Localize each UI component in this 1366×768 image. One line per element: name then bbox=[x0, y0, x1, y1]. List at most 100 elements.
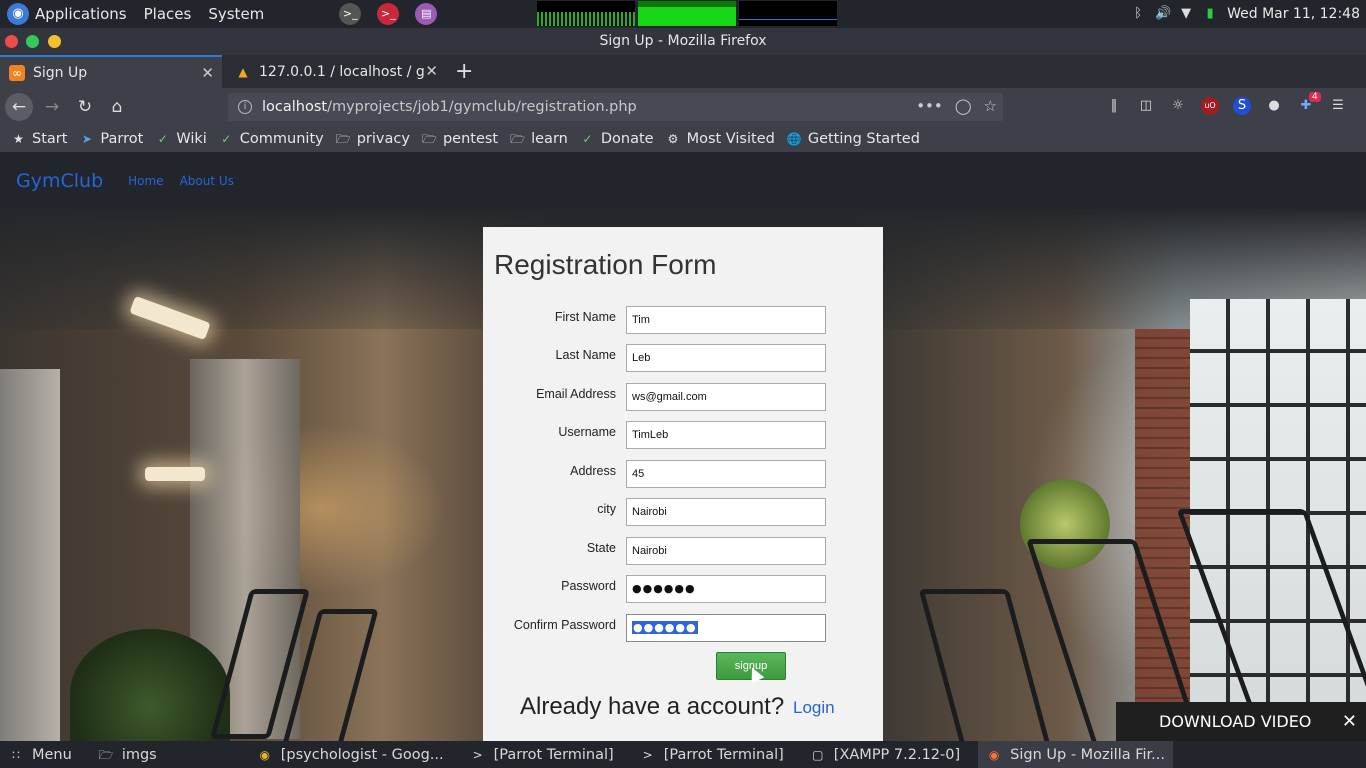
back-arrow-icon[interactable]: ← bbox=[5, 93, 33, 121]
download-video-button[interactable]: DOWNLOAD VIDEO ✕ bbox=[1116, 702, 1366, 741]
address-input[interactable] bbox=[626, 460, 826, 488]
account-icon[interactable]: ● bbox=[1265, 97, 1283, 115]
close-icon[interactable]: ✕ bbox=[1342, 702, 1357, 741]
menu-system[interactable]: System bbox=[208, 5, 264, 23]
bookmark-wiki[interactable]: ✓ Wiki bbox=[155, 131, 207, 147]
confirm-password-mask: ●●●●●● bbox=[632, 621, 698, 634]
site-brand[interactable]: GymClub bbox=[16, 170, 103, 192]
task-label: [Parrot Terminal] bbox=[663, 746, 784, 763]
password-input[interactable]: ●●●●●● bbox=[626, 575, 826, 603]
battery-icon[interactable]: ▮ bbox=[1203, 7, 1217, 21]
text-editor-launcher-icon[interactable]: ▤ bbox=[415, 3, 438, 25]
minimize-window-button[interactable] bbox=[48, 35, 61, 48]
root-terminal-launcher-icon[interactable]: >_ bbox=[377, 3, 400, 25]
terminal-launcher-icon[interactable]: >_ bbox=[339, 3, 362, 25]
pocket-icon[interactable]: ◯ bbox=[955, 97, 972, 115]
address-bar[interactable]: i localhost /myprojects/job1/gymclub/reg… bbox=[228, 93, 1003, 121]
library-icon[interactable]: ‖ bbox=[1105, 97, 1123, 115]
task-label: [XAMPP 7.2.12-0] bbox=[833, 746, 961, 763]
close-window-button[interactable] bbox=[5, 35, 18, 48]
window-title: Sign Up - Mozilla Firefox bbox=[599, 33, 767, 49]
tab-label: 127.0.0.1 / localhost / gym bbox=[259, 63, 424, 80]
bookmark-label: Wiki bbox=[176, 131, 207, 147]
last-name-row: Last Name bbox=[483, 344, 883, 374]
url-host: localhost bbox=[262, 99, 328, 115]
site-info-icon[interactable]: i bbox=[238, 100, 252, 114]
new-tab-icon[interactable]: + bbox=[455, 59, 473, 84]
menu-button[interactable]: ∷ Menu bbox=[0, 741, 80, 768]
task-firefox[interactable]: ◉ Sign Up - Mozilla Fir... bbox=[978, 741, 1174, 768]
close-tab-icon[interactable]: ✕ bbox=[201, 64, 214, 82]
task-chrome[interactable]: ◉ [psychologist - Goog... bbox=[249, 741, 452, 768]
bookmark-learn[interactable]: 🗁 learn bbox=[510, 131, 568, 147]
terminal-icon: > bbox=[472, 747, 483, 762]
username-input[interactable] bbox=[626, 421, 826, 449]
web-page: GymClub Home About Us Registration Form … bbox=[0, 152, 1366, 741]
username-label: Username bbox=[558, 425, 616, 439]
bluetooth-icon[interactable]: ᛒ bbox=[1131, 7, 1145, 21]
ublock-origin-icon[interactable]: uO bbox=[1201, 97, 1219, 115]
os-taskbar: ∷ Menu 🗁 imgs ◉ [psychologist - Goog... … bbox=[0, 741, 1366, 768]
last-name-input[interactable] bbox=[626, 344, 826, 372]
tab-phpmyadmin[interactable]: ▲ 127.0.0.1 / localhost / gym ✕ bbox=[226, 55, 446, 88]
nav-about-link[interactable]: About Us bbox=[180, 174, 234, 188]
bookmark-community[interactable]: ✓ Community bbox=[219, 131, 323, 147]
nav-home-link[interactable]: Home bbox=[128, 174, 163, 188]
extension-icon[interactable]: ☼ bbox=[1169, 97, 1187, 115]
confirm-password-input[interactable]: ●●●●●● bbox=[626, 614, 826, 642]
bookmark-privacy[interactable]: 🗁 privacy bbox=[336, 131, 410, 147]
s-extension-icon[interactable]: S bbox=[1233, 97, 1251, 115]
donate-icon: ✓ bbox=[582, 131, 593, 146]
grid-menu-icon: ∷ bbox=[12, 747, 20, 762]
gear-icon: ⚙ bbox=[667, 131, 679, 146]
close-tab-icon[interactable]: ✕ bbox=[425, 62, 438, 80]
menu-applications[interactable]: Applications bbox=[35, 5, 127, 23]
tab-sign-up[interactable]: ∞ Sign Up ✕ bbox=[0, 55, 222, 88]
sidebar-icon[interactable]: ◫ bbox=[1137, 97, 1155, 115]
system-monitor-graphs bbox=[537, 1, 837, 26]
volume-icon[interactable]: 🔊 bbox=[1155, 7, 1171, 21]
task-terminal-1[interactable]: > [Parrot Terminal] bbox=[462, 741, 622, 768]
bookmark-label: Most Visited bbox=[686, 131, 775, 147]
bookmark-label: Donate bbox=[600, 131, 654, 147]
clock[interactable]: Wed Mar 11, 12:48 bbox=[1227, 6, 1360, 22]
login-link[interactable]: Login bbox=[793, 698, 835, 718]
bookmarks-toolbar: ★ Start ➤ Parrot ✓ Wiki ✓ Community 🗁 privacy… bbox=[0, 126, 1366, 152]
page-actions-icon[interactable]: ••• bbox=[916, 97, 943, 115]
folder-icon: 🗁 bbox=[510, 131, 526, 146]
state-input[interactable] bbox=[626, 537, 826, 565]
first-name-input[interactable] bbox=[626, 306, 826, 334]
bookmark-label: Getting Started bbox=[807, 131, 920, 147]
email-input[interactable] bbox=[626, 383, 826, 411]
first-name-row: First Name bbox=[483, 306, 883, 336]
bookmark-label: pentest bbox=[442, 131, 499, 147]
tab-bar: ∞ Sign Up ✕ ▲ 127.0.0.1 / localhost / gy… bbox=[0, 55, 1366, 88]
forward-arrow-icon[interactable]: → bbox=[38, 93, 66, 121]
bookmark-pentest[interactable]: 🗁 pentest bbox=[422, 131, 498, 147]
xampp-favicon-icon: ∞ bbox=[9, 64, 25, 81]
bookmark-parrot[interactable]: ➤ Parrot bbox=[79, 131, 143, 147]
wifi-icon[interactable]: ▼ bbox=[1179, 7, 1193, 21]
state-row: State bbox=[483, 537, 883, 567]
confirm-password-label: Confirm Password bbox=[513, 618, 616, 632]
task-imgs[interactable]: 🗁 imgs bbox=[90, 741, 165, 768]
memory-graph bbox=[638, 1, 736, 26]
download-video-label: DOWNLOAD VIDEO bbox=[1159, 712, 1312, 731]
bookmark-label: Start bbox=[32, 131, 68, 147]
bookmark-star-icon[interactable]: ☆ bbox=[984, 97, 997, 115]
first-name-label: First Name bbox=[554, 310, 616, 324]
bookmark-most-visited[interactable]: ⚙ Most Visited bbox=[666, 131, 775, 147]
reload-icon[interactable]: ↻ bbox=[71, 93, 99, 121]
city-input[interactable] bbox=[626, 498, 826, 526]
hamburger-menu-icon[interactable]: ☰ bbox=[1329, 97, 1347, 115]
bookmark-donate[interactable]: ✓ Donate bbox=[580, 131, 654, 147]
maximize-window-button[interactable] bbox=[26, 35, 39, 48]
task-xampp[interactable]: ▢ [XAMPP 7.2.12-0] bbox=[802, 741, 968, 768]
home-icon[interactable]: ⌂ bbox=[103, 93, 131, 121]
task-terminal-2[interactable]: > [Parrot Terminal] bbox=[632, 741, 792, 768]
parrot-logo-icon[interactable]: ◉ bbox=[7, 3, 29, 25]
menu-places[interactable]: Places bbox=[144, 5, 192, 23]
bookmark-getting-started[interactable]: 🌐 Getting Started bbox=[787, 131, 920, 147]
registration-card: Registration Form First Name Last Name E… bbox=[483, 227, 883, 741]
bookmark-start[interactable]: ★ Start bbox=[11, 131, 67, 147]
